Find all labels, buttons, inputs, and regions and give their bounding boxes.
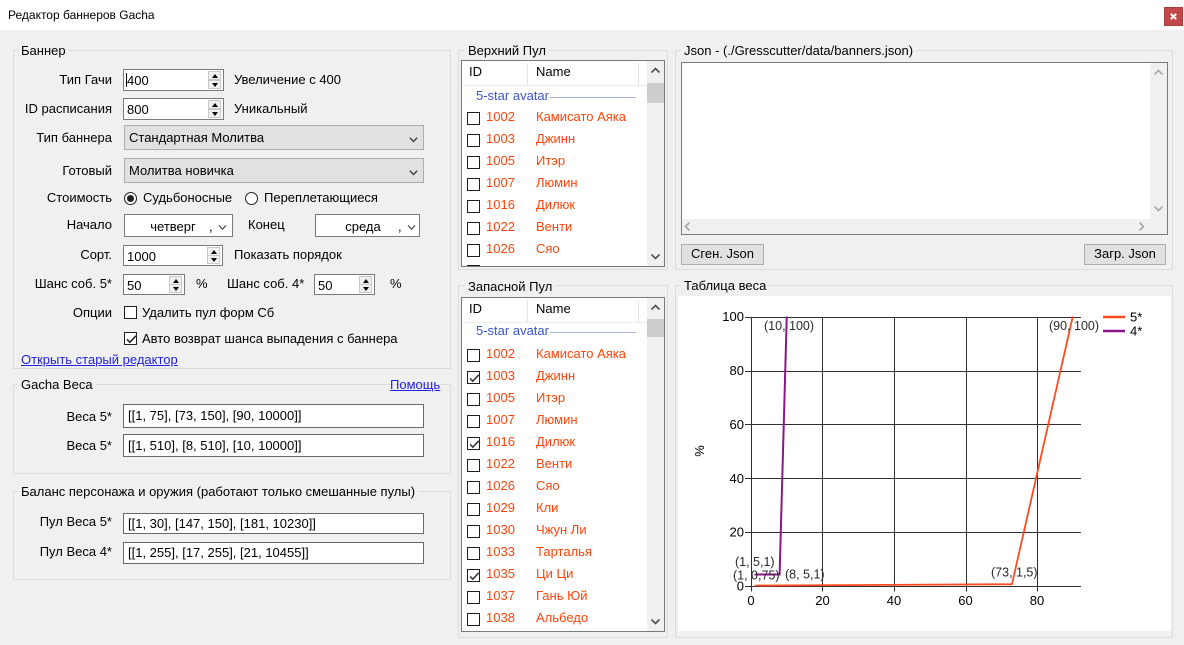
svg-text:(90, 100): (90, 100) bbox=[1049, 319, 1099, 333]
svg-text:(8, 5,1): (8, 5,1) bbox=[785, 568, 825, 582]
svg-text:%: % bbox=[692, 445, 707, 457]
svg-text:60: 60 bbox=[958, 593, 972, 608]
svg-text:80: 80 bbox=[1030, 593, 1044, 608]
svg-text:20: 20 bbox=[815, 593, 829, 608]
svg-text:20: 20 bbox=[730, 525, 744, 540]
svg-text:40: 40 bbox=[887, 593, 901, 608]
svg-text:40: 40 bbox=[730, 471, 744, 486]
svg-text:(10, 100): (10, 100) bbox=[764, 319, 814, 333]
svg-text:5*: 5* bbox=[1130, 310, 1142, 325]
svg-text:(1, 5,1): (1, 5,1) bbox=[735, 555, 775, 569]
svg-text:80: 80 bbox=[730, 363, 744, 378]
svg-text:4*: 4* bbox=[1130, 324, 1142, 339]
svg-text:(1, 0,75): (1, 0,75) bbox=[733, 569, 780, 583]
svg-text:0: 0 bbox=[747, 593, 754, 608]
svg-text:(73, 1,5): (73, 1,5) bbox=[991, 566, 1038, 580]
svg-text:60: 60 bbox=[730, 417, 744, 432]
svg-text:100: 100 bbox=[722, 309, 744, 324]
